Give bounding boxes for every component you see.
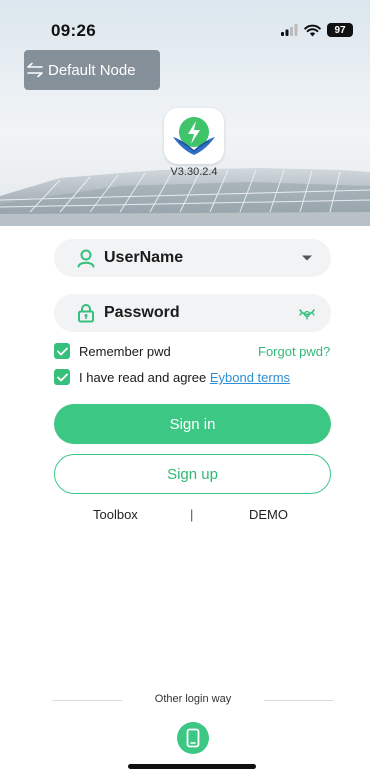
- username-value: UserName: [104, 249, 184, 266]
- app-logo: [164, 108, 224, 164]
- forgot-pwd-link[interactable]: Forgot pwd?: [258, 344, 330, 359]
- divider-right: [264, 700, 334, 701]
- status-time: 09:26: [51, 21, 96, 40]
- eybond-terms-link[interactable]: Eybond terms: [210, 370, 290, 385]
- lock-icon: [78, 304, 94, 323]
- password-value: Password: [104, 304, 180, 321]
- sign-up-button[interactable]: Sign up: [54, 454, 331, 494]
- username-dropdown-button[interactable]: [297, 249, 317, 267]
- eye-closed-icon: [299, 309, 315, 320]
- phone-icon[interactable]: [176, 721, 210, 755]
- other-login-label: Other login way: [154, 693, 232, 705]
- sign-in-button[interactable]: Sign in: [54, 404, 331, 444]
- node-label: Default Node: [48, 61, 136, 79]
- status-icons: 97: [281, 22, 353, 38]
- lightning-wings-logo: [173, 117, 215, 155]
- username-field[interactable]: UserName: [54, 239, 331, 277]
- tools-separator: |: [190, 507, 194, 522]
- wifi-icon: [304, 24, 321, 36]
- agree-terms-label: I have read and agree Eybond terms: [79, 370, 290, 385]
- checkmark-icon: [56, 373, 68, 381]
- password-field[interactable]: Password: [54, 294, 331, 332]
- node-selector-button[interactable]: Default Node: [24, 50, 160, 90]
- remember-pwd-label: Remember pwd: [79, 344, 171, 359]
- home-indicator: [128, 764, 256, 769]
- demo-link[interactable]: DEMO: [249, 507, 288, 522]
- toolbox-link[interactable]: Toolbox: [93, 507, 138, 522]
- agree-terms-checkbox[interactable]: [54, 369, 70, 385]
- battery-indicator: 97: [327, 23, 353, 37]
- swap-arrows-icon: [27, 62, 43, 78]
- cellular-signal-icon: [281, 24, 298, 36]
- caret-down-icon: [302, 255, 312, 261]
- checkmark-icon: [56, 347, 68, 355]
- status-bar: 09:26 97: [0, 0, 370, 44]
- user-icon: [77, 249, 95, 268]
- agree-terms-text: I have read and agree: [79, 370, 207, 385]
- login-screen: 09:26 97 Default Node V3.30.2.4 UserName…: [0, 0, 370, 775]
- app-version: V3.30.2.4: [170, 166, 218, 178]
- remember-pwd-checkbox[interactable]: [54, 343, 70, 359]
- show-password-toggle[interactable]: [297, 304, 317, 322]
- divider-left: [52, 700, 122, 701]
